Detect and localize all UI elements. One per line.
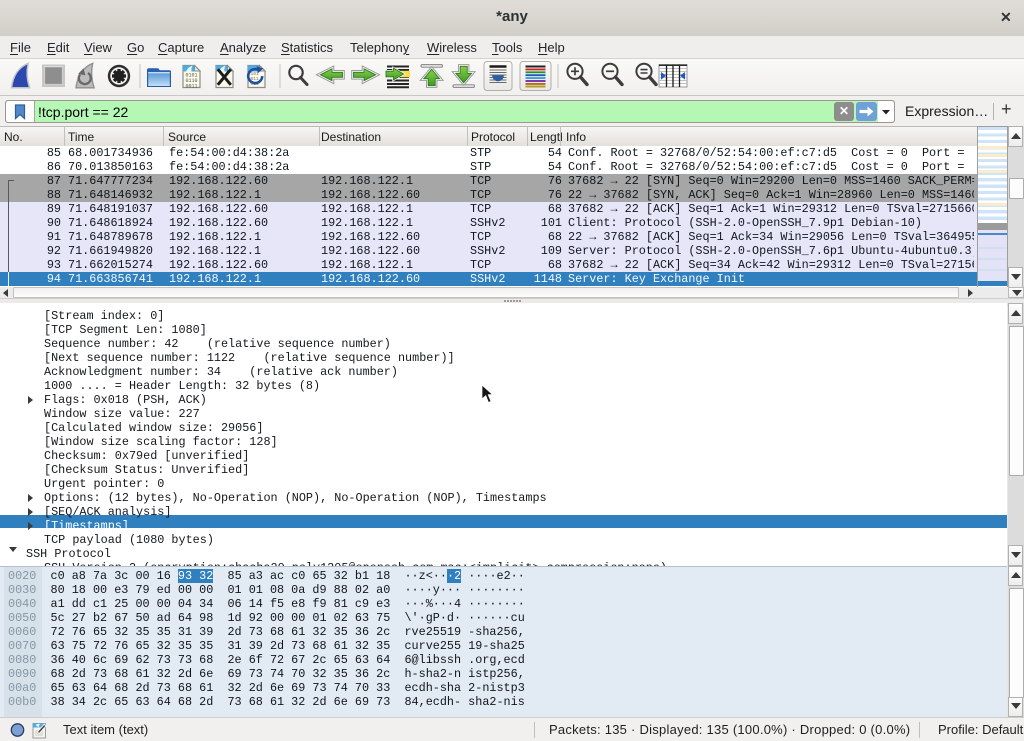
svg-text:0011: 0011 — [186, 83, 198, 89]
